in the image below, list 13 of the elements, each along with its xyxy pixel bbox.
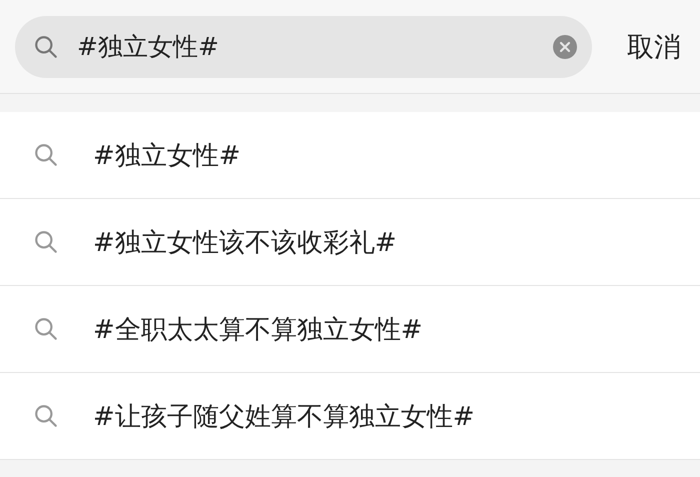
search-icon <box>33 142 59 168</box>
suggestion-item[interactable]: #独立女性# <box>93 138 241 172</box>
clear-icon[interactable] <box>552 34 578 60</box>
suggestion-item[interactable]: #让孩子随父姓算不算独立女性# <box>93 398 475 434</box>
search-field[interactable]: #独立女性# <box>15 16 592 78</box>
cancel-button[interactable]: 取消 <box>592 28 685 66</box>
search-icon <box>33 403 59 429</box>
suggestion-item[interactable]: #全职太太算不算独立女性# <box>93 312 423 346</box>
suggestion-item[interactable]: #独立女性该不该收彩礼# <box>93 224 397 260</box>
search-icon <box>33 34 59 60</box>
search-icon <box>33 316 59 342</box>
search-input[interactable]: #独立女性# <box>75 31 536 62</box>
search-icon <box>33 229 59 255</box>
